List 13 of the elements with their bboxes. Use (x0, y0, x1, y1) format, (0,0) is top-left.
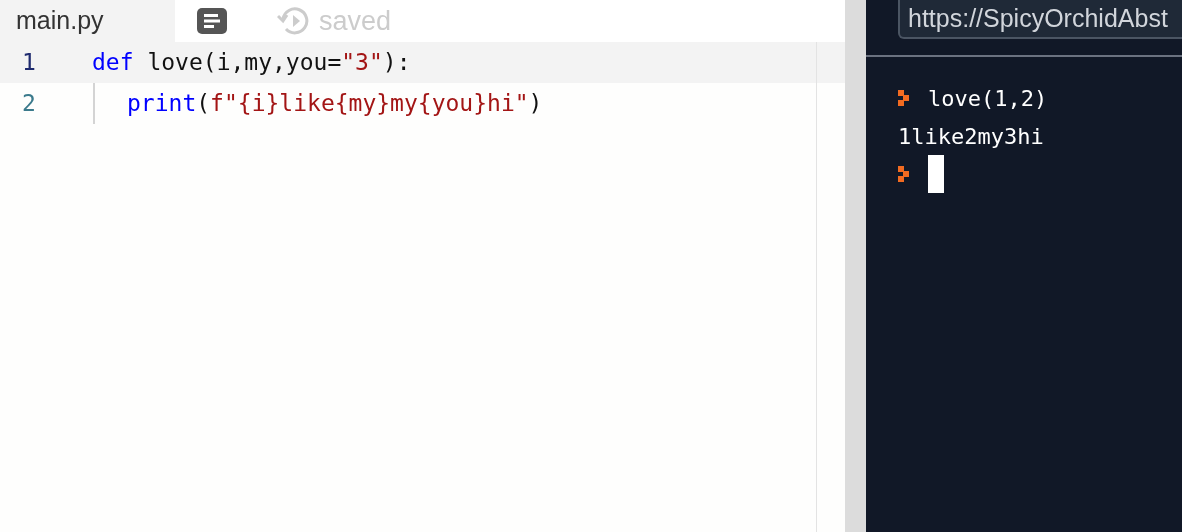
prompt-icon (898, 90, 910, 106)
code-line: print(f"{i}like{my}my{you}hi") (127, 89, 543, 119)
text-cursor (928, 155, 944, 193)
output-text: 1like2my3hi (898, 122, 1044, 151)
line-number: 2 (21, 89, 37, 119)
code-line: def love(i,my,you="3"): (92, 48, 411, 78)
line-number: 1 (21, 48, 37, 78)
url-field[interactable]: https://SpicyOrchidAbst (898, 0, 1182, 39)
history-icon (277, 6, 311, 36)
file-tab[interactable]: main.py (0, 0, 175, 42)
prompt-icon (898, 166, 910, 182)
document-icon[interactable] (197, 8, 227, 34)
command-text: love(1,2) (928, 84, 1048, 113)
